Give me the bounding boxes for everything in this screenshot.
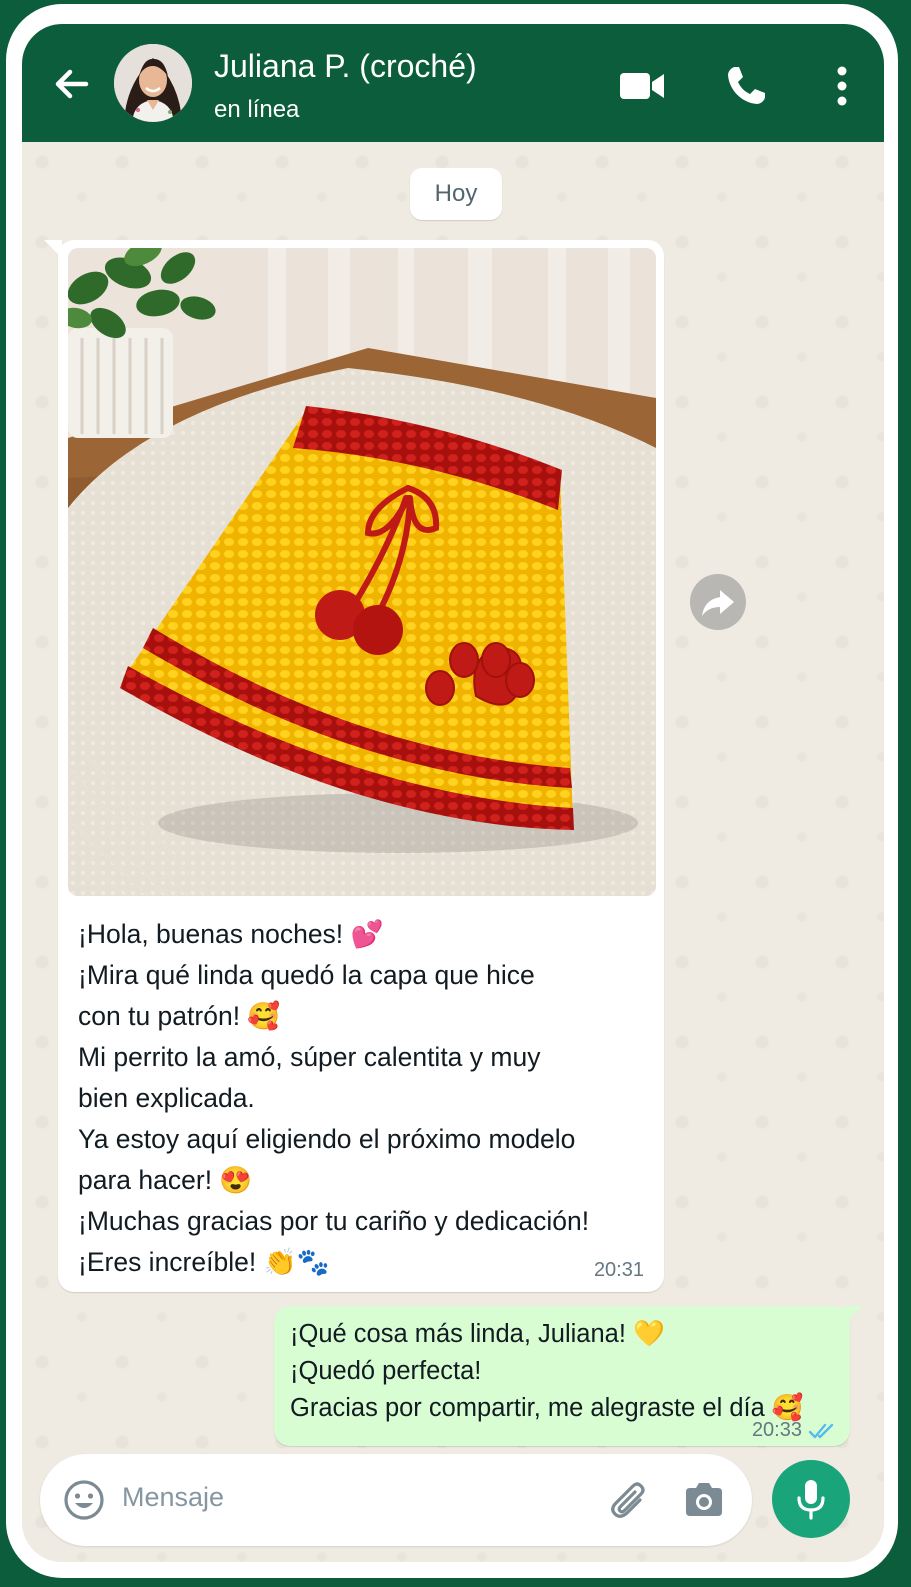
incoming-message-bubble[interactable]: ¡Hola, buenas noches! 💕 ¡Mira qué linda …	[58, 240, 664, 1292]
more-vertical-icon[interactable]	[818, 62, 866, 110]
message-line: ¡Muchas gracias por tu cariño y dedicaci…	[78, 1206, 590, 1236]
message-line: bien explicada.	[78, 1083, 255, 1113]
message-line: ¡Mira qué linda quedó la capa que hice	[78, 960, 535, 990]
chat-screen: Juliana P. (croché) en línea Hoy ¡Hola, …	[22, 24, 884, 1562]
phone-body: Juliana P. (croché) en línea Hoy ¡Hola, …	[6, 4, 898, 1578]
message-line: ¡Hola, buenas noches! 💕	[78, 919, 384, 949]
message-input[interactable]: Mensaje	[122, 1482, 224, 1513]
contact-name[interactable]: Juliana P. (croché)	[214, 48, 477, 85]
mic-icon	[797, 1480, 825, 1520]
incoming-message-text: ¡Hola, buenas noches! 💕 ¡Mira qué linda …	[78, 914, 658, 1283]
emoji-icon[interactable]	[60, 1476, 108, 1524]
message-meta: 20:33	[752, 1419, 836, 1442]
chat-header: Juliana P. (croché) en línea	[22, 24, 884, 142]
outgoing-message-text: ¡Qué cosa más linda, Juliana! 💛 ¡Quedó p…	[290, 1316, 850, 1427]
message-line: Mi perrito la amó, súper calentita y muy	[78, 1042, 541, 1072]
back-arrow-icon[interactable]	[50, 62, 94, 106]
mic-button[interactable]	[772, 1460, 850, 1538]
video-call-icon[interactable]	[618, 62, 666, 110]
message-line: con tu patrón! 🥰	[78, 1001, 281, 1031]
photo-crochet-dog-cape[interactable]	[68, 248, 656, 896]
attach-icon[interactable]	[606, 1476, 654, 1524]
camera-icon[interactable]	[680, 1476, 728, 1524]
phone-icon[interactable]	[722, 62, 770, 110]
forward-icon[interactable]	[690, 574, 746, 630]
message-composer[interactable]: Mensaje	[40, 1454, 752, 1546]
message-time: 20:33	[751, 1419, 802, 1441]
double-check-read-icon	[808, 1422, 836, 1440]
message-line: ¡Quedó perfecta!	[290, 1357, 482, 1385]
message-line: para hacer! 😍	[78, 1165, 253, 1195]
message-line: Ya estoy aquí eligiendo el próximo model…	[78, 1124, 576, 1154]
message-time: 20:31	[593, 1259, 644, 1281]
contact-status: en línea	[214, 96, 300, 123]
avatar[interactable]	[114, 44, 192, 122]
message-line: ¡Qué cosa más linda, Juliana! 💛	[290, 1320, 665, 1348]
message-line: ¡Eres increíble! 👏🐾	[78, 1247, 330, 1277]
date-chip: Hoy	[410, 168, 502, 220]
device-frame: Juliana P. (croché) en línea Hoy ¡Hola, …	[0, 0, 911, 1587]
outgoing-message-bubble[interactable]: ¡Qué cosa más linda, Juliana! 💛 ¡Quedó p…	[274, 1306, 850, 1446]
